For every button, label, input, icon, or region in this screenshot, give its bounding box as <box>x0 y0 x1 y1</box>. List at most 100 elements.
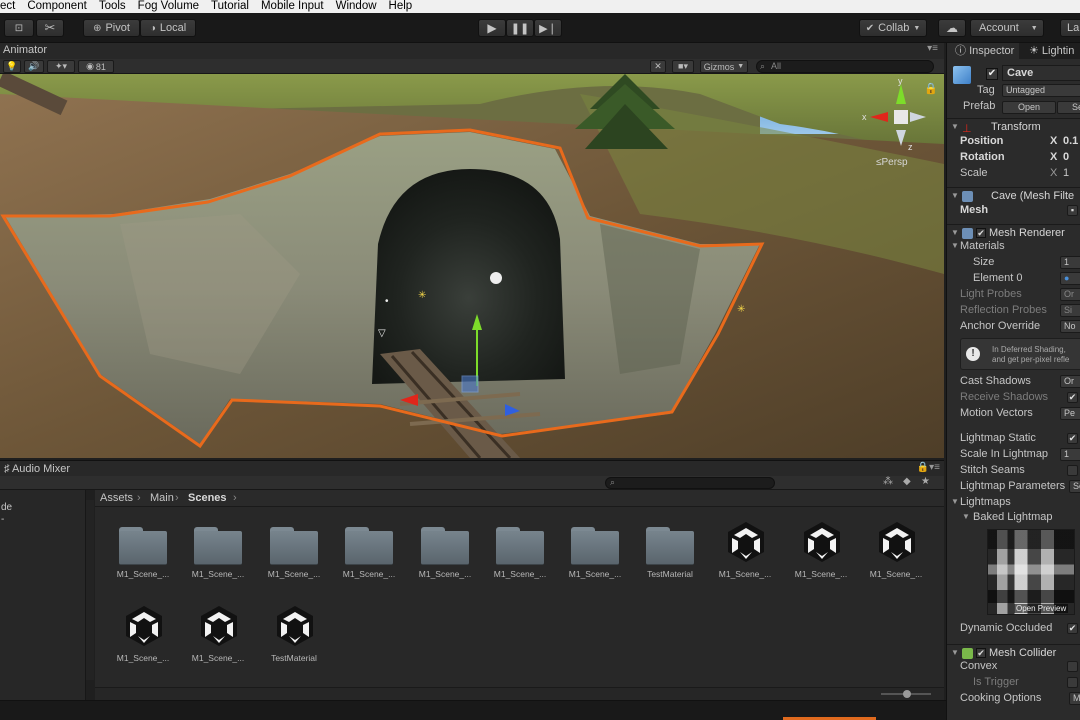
scale-label: Scale <box>960 167 988 179</box>
scene-lighting-toggle[interactable]: 💡 <box>3 60 21 73</box>
favorite-star-icon[interactable]: ★ <box>921 476 930 487</box>
receive-shadows-row: Receive Shadows ✔ <box>947 390 1080 406</box>
animator-tab[interactable]: Animator <box>3 44 47 56</box>
asset-folder[interactable]: TestMaterial <box>640 509 700 581</box>
asset-folder[interactable]: M1_Scene_... <box>565 509 625 581</box>
lightmap-static-checkbox[interactable]: ✔ <box>1067 433 1078 444</box>
menu-fog-volume[interactable]: Fog Volume <box>132 0 205 13</box>
unity-scene-icon <box>201 606 237 646</box>
menu-help[interactable]: Help <box>383 0 419 13</box>
cooking-options-dropdown[interactable]: M <box>1069 692 1080 705</box>
scene-tools-button[interactable]: ✕ <box>650 60 666 73</box>
lighting-icon: ☀ <box>1029 45 1042 57</box>
transform-component-header[interactable]: ▼ ⊥ Transform <box>947 118 1080 135</box>
gizmos-dropdown[interactable]: Gizmos ▼ <box>700 60 748 73</box>
prefab-select-button[interactable]: Se <box>1057 101 1080 114</box>
cast-shadows-dropdown[interactable]: Or <box>1060 375 1080 388</box>
audio-mixer-tab[interactable]: ♯ Audio Mixer <box>4 463 70 475</box>
lightmap-preview[interactable]: Open Preview <box>987 529 1075 615</box>
panel-menu-icon[interactable]: 🔒▾≡ <box>917 462 940 473</box>
asset-label: M1_Scene_... <box>718 569 772 579</box>
asset-folder[interactable]: M1_Scene_... <box>264 509 324 581</box>
receive-shadows-checkbox[interactable]: ✔ <box>1067 392 1078 403</box>
menu-tools[interactable]: Tools <box>93 0 132 13</box>
asset-scene[interactable]: M1_Scene_... <box>715 509 775 581</box>
tab-inspector[interactable]: ⓘ Inspector <box>947 43 1019 59</box>
stitch-seams-checkbox[interactable] <box>1067 465 1078 476</box>
rect-tool-button[interactable]: ⊡ <box>4 19 34 37</box>
lightmap-parameters-dropdown[interactable]: Se <box>1069 480 1080 493</box>
mesh-collider-enabled-checkbox[interactable]: ✔ <box>976 648 986 658</box>
breadcrumb-scenes[interactable]: Scenes <box>188 492 227 504</box>
open-preview-label[interactable]: Open Preview <box>1014 604 1069 613</box>
rotation-x-field[interactable]: 0 <box>1063 151 1069 163</box>
object-name-field[interactable]: Cave <box>1002 65 1080 81</box>
breadcrumb-main[interactable]: Main <box>150 492 174 504</box>
collab-dropdown[interactable]: ✔ Collab ▼ <box>859 19 927 37</box>
materials-row[interactable]: ▼ Materials <box>947 239 1080 255</box>
hidden-layers-toggle[interactable]: ◉ 81 <box>78 60 114 73</box>
is-trigger-checkbox[interactable] <box>1067 677 1078 688</box>
menu-mobile-input[interactable]: Mobile Input <box>255 0 330 13</box>
scene-search-input[interactable]: ⌕ All <box>756 60 934 73</box>
filter-by-type-icon[interactable]: ⁂ <box>883 476 893 487</box>
asset-folder[interactable]: M1_Scene_... <box>490 509 550 581</box>
asset-scene[interactable]: TestMaterial <box>264 593 324 665</box>
scale-x-field[interactable]: 1 <box>1063 167 1069 179</box>
custom-tool-button[interactable]: ✂ <box>36 19 64 37</box>
baked-lightmap-row[interactable]: ▼ Baked Lightmap <box>947 510 1080 526</box>
menu-project[interactable]: ect <box>0 0 21 13</box>
dynamic-occluded-checkbox[interactable]: ✔ <box>1067 623 1078 634</box>
light-probes-dropdown[interactable]: Or <box>1060 288 1080 301</box>
motion-vectors-dropdown[interactable]: Pe <box>1060 407 1080 420</box>
asset-folder[interactable]: M1_Scene_... <box>188 509 248 581</box>
asset-folder[interactable]: M1_Scene_... <box>339 509 399 581</box>
asset-scene[interactable]: M1_Scene_... <box>866 509 926 581</box>
mesh-filter-component-header[interactable]: ▼ Cave (Mesh Filte <box>947 187 1080 204</box>
tree-item[interactable]: - <box>1 514 4 525</box>
panel-menu-icon[interactable]: ▾≡ <box>927 43 938 54</box>
pause-button[interactable]: ❚❚ <box>506 19 534 37</box>
asset-scene[interactable]: M1_Scene_... <box>188 593 248 665</box>
tree-scrollbar[interactable] <box>86 500 94 680</box>
anchor-override-field[interactable]: No <box>1060 320 1080 333</box>
viewport-lock-icon[interactable]: 🔒 <box>924 82 938 95</box>
breadcrumb-assets[interactable]: Assets <box>100 492 133 504</box>
tab-lighting[interactable]: ☀ Lightin <box>1023 43 1080 59</box>
asset-scene[interactable]: M1_Scene_... <box>791 509 851 581</box>
prefab-open-button[interactable]: Open <box>1002 101 1056 114</box>
pivot-toggle-button[interactable]: ⊕ Pivot <box>83 19 140 37</box>
reflection-probes-dropdown[interactable]: Si <box>1060 304 1080 317</box>
camera-dropdown[interactable]: ■▾ <box>672 60 694 73</box>
menu-tutorial[interactable]: Tutorial <box>205 0 255 13</box>
asset-folder[interactable]: M1_Scene_... <box>415 509 475 581</box>
mesh-object-picker[interactable]: ▪ <box>1067 205 1078 216</box>
size-field[interactable]: 1 <box>1060 256 1080 269</box>
layers-dropdown[interactable]: La <box>1060 19 1080 37</box>
element0-field[interactable]: ● <box>1060 272 1080 285</box>
scale-in-lightmap-field[interactable]: 1 <box>1060 448 1080 461</box>
lightmaps-row[interactable]: ▼ Lightmaps <box>947 495 1080 511</box>
mesh-renderer-enabled-checkbox[interactable]: ✔ <box>976 228 986 238</box>
position-x-field[interactable]: 0.1 <box>1063 135 1078 147</box>
scene-effects-dropdown[interactable]: ✦▾ <box>47 60 75 73</box>
scene-audio-toggle[interactable]: 🔊 <box>24 60 44 73</box>
step-button[interactable]: ▶❘ <box>534 19 562 37</box>
object-active-checkbox[interactable]: ✔ <box>986 68 998 80</box>
tag-dropdown[interactable]: Untagged <box>1002 84 1080 97</box>
local-toggle-button[interactable]: ◑ Local <box>140 19 196 37</box>
baked-lightmap-label: Baked Lightmap <box>973 511 1053 523</box>
menu-window[interactable]: Window <box>330 0 383 13</box>
scene-viewport[interactable]: ✳ ✳ • ▽ y x z ≤Persp 🔒 <box>0 74 944 458</box>
account-dropdown[interactable]: Account ▼ <box>970 19 1044 37</box>
asset-folder[interactable]: M1_Scene_... <box>113 509 173 581</box>
asset-scene[interactable]: M1_Scene_... <box>113 593 173 665</box>
cloud-button[interactable]: ☁ <box>938 19 966 37</box>
icon-size-slider-thumb[interactable] <box>903 690 911 698</box>
play-button[interactable]: ▶ <box>478 19 506 37</box>
project-search-input[interactable]: ⌕ <box>605 477 775 489</box>
tree-item[interactable]: de <box>1 502 12 513</box>
menu-component[interactable]: Component <box>21 0 92 13</box>
filter-by-label-icon[interactable]: ◆ <box>903 476 911 487</box>
convex-checkbox[interactable] <box>1067 661 1078 672</box>
